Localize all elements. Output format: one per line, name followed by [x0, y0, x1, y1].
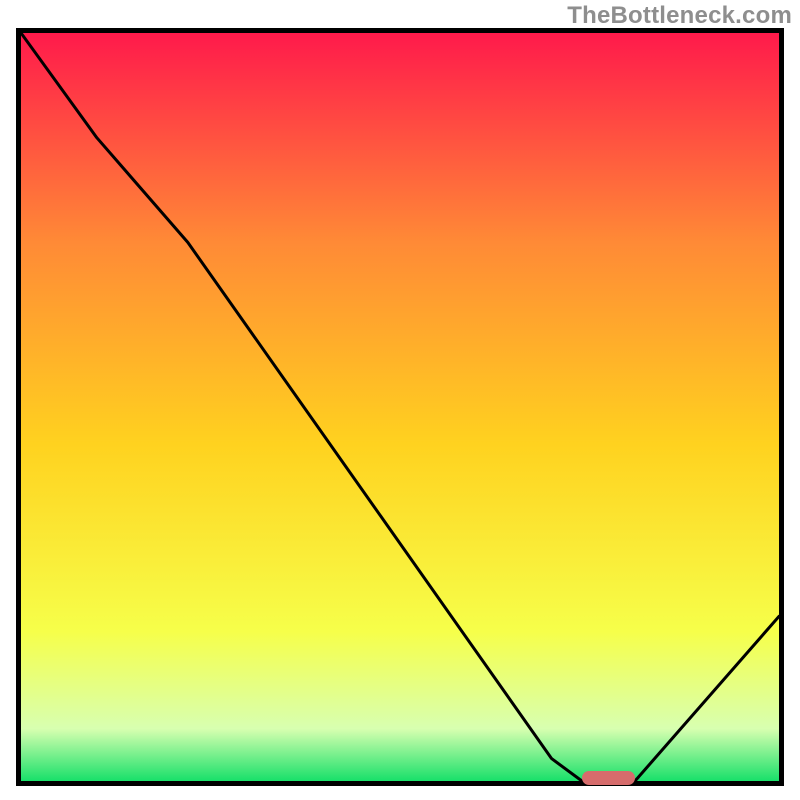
watermark-text: TheBottleneck.com [567, 2, 792, 30]
gradient-background [21, 33, 779, 781]
chart-frame: TheBottleneck.com [0, 0, 800, 800]
optimum-marker [582, 771, 635, 785]
chart-svg [21, 33, 779, 781]
plot-inner [21, 33, 779, 781]
plot-area [16, 28, 784, 786]
